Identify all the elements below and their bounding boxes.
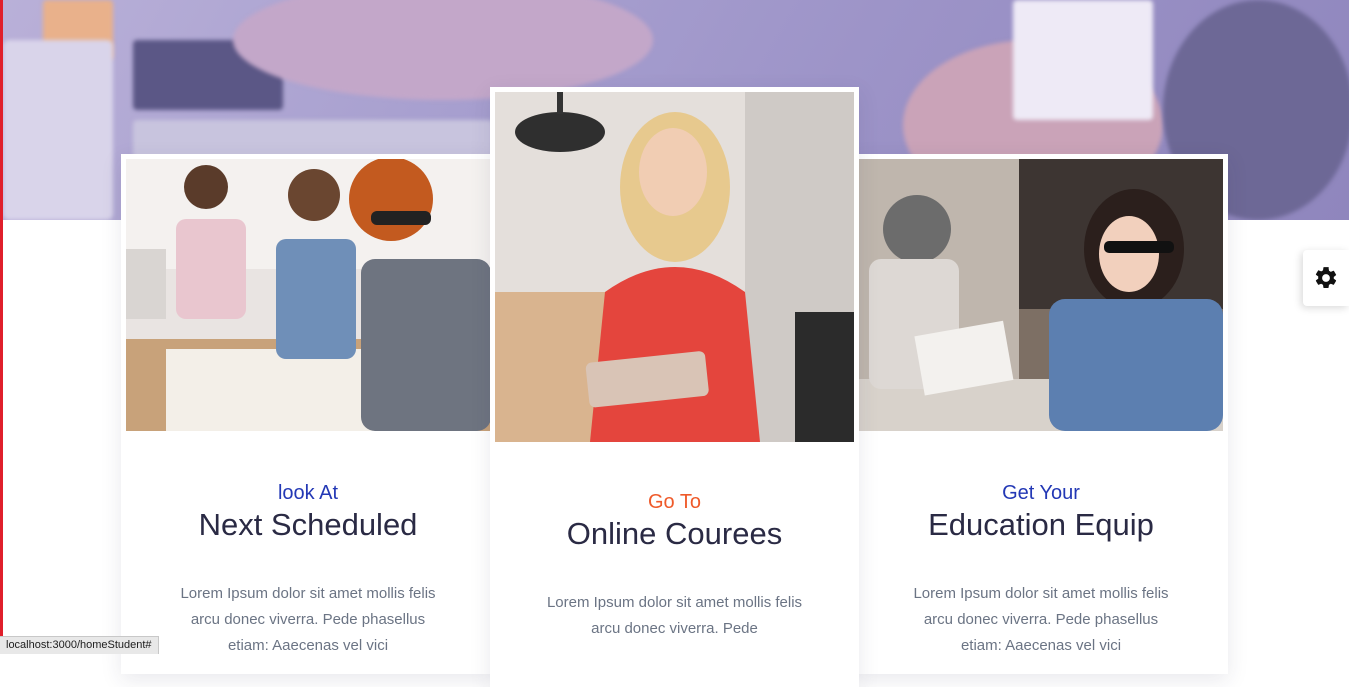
card-description: Lorem Ipsum dolor sit amet mollis felis … [913,585,1169,654]
card-title: Next Scheduled [198,507,418,542]
left-accent-bar [0,0,3,653]
feature-card-online-courses[interactable]: Go To Online Courees Lorem Ipsum dolor s… [490,87,859,687]
card-title: Education Equip [928,507,1154,542]
card-description: Lorem Ipsum dolor sit amet mollis felis … [180,585,436,654]
card-title: Online Courees [566,516,783,551]
status-bar-url: localhost:3000/homeStudent# [0,636,159,654]
card-photo-students-cafe [859,159,1223,431]
card-subtitle: look At [277,482,339,504]
gear-icon [1315,267,1337,288]
card-subtitle: Go To [648,491,701,513]
card-subtitle: Get Your [1002,482,1080,504]
settings-button[interactable] [1303,250,1349,306]
feature-card-scheduled[interactable]: look At Next Scheduled Lorem Ipsum dolor… [121,154,495,674]
card-description: Lorem Ipsum dolor sit amet mollis felis … [546,594,803,637]
feature-card-education-equip[interactable]: Get Your Education Equip Lorem Ipsum dol… [854,154,1228,674]
card-photo-students-studying [126,159,490,431]
card-photo-woman-with-tablet [495,92,854,442]
